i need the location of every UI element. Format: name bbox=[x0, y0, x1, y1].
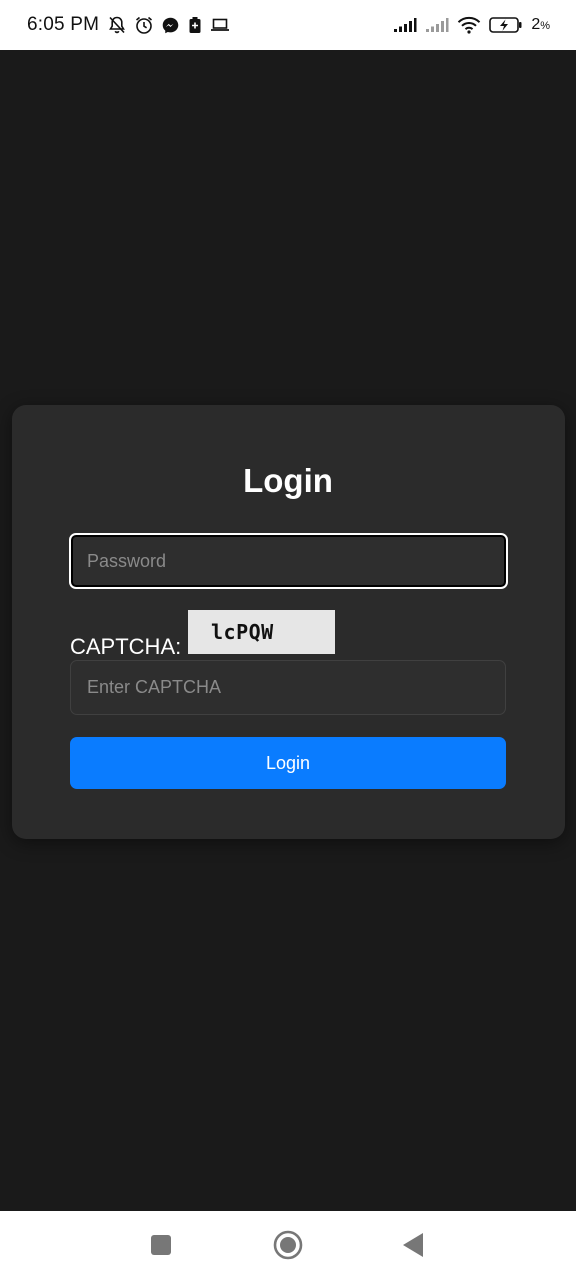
status-left: 6:05 PM bbox=[27, 14, 230, 36]
login-title: Login bbox=[243, 462, 333, 499]
wifi-icon bbox=[457, 16, 481, 34]
status-right: 2% bbox=[393, 16, 550, 34]
messenger-icon bbox=[161, 16, 180, 35]
captcha-image: lcPQW bbox=[188, 610, 335, 654]
back-icon bbox=[401, 1232, 425, 1263]
battery-charging-icon bbox=[489, 16, 523, 34]
status-icons-left bbox=[107, 15, 230, 35]
status-time: 6:05 PM bbox=[27, 14, 100, 35]
captcha-input[interactable] bbox=[70, 660, 506, 715]
laptop-icon bbox=[210, 17, 230, 33]
signal-icon bbox=[393, 17, 417, 33]
recents-button[interactable] bbox=[143, 1229, 179, 1265]
password-field[interactable] bbox=[69, 533, 508, 589]
battery-percent-value: 2 bbox=[531, 16, 541, 33]
back-button[interactable] bbox=[395, 1229, 431, 1265]
recents-icon bbox=[149, 1233, 173, 1262]
navigation-bar bbox=[0, 1211, 576, 1280]
home-button[interactable] bbox=[270, 1229, 306, 1265]
battery-saver-icon bbox=[187, 16, 203, 34]
alarm-icon bbox=[134, 15, 154, 35]
bell-off-icon bbox=[107, 15, 127, 35]
home-icon bbox=[272, 1229, 304, 1266]
signal-icon bbox=[425, 17, 449, 33]
login-button[interactable]: Login bbox=[70, 737, 506, 789]
battery-percentage: 2% bbox=[531, 16, 550, 34]
captcha-label: CAPTCHA: bbox=[70, 634, 182, 659]
battery-percent-unit: % bbox=[540, 20, 550, 32]
status-bar: 6:05 PM 2% bbox=[0, 0, 576, 50]
